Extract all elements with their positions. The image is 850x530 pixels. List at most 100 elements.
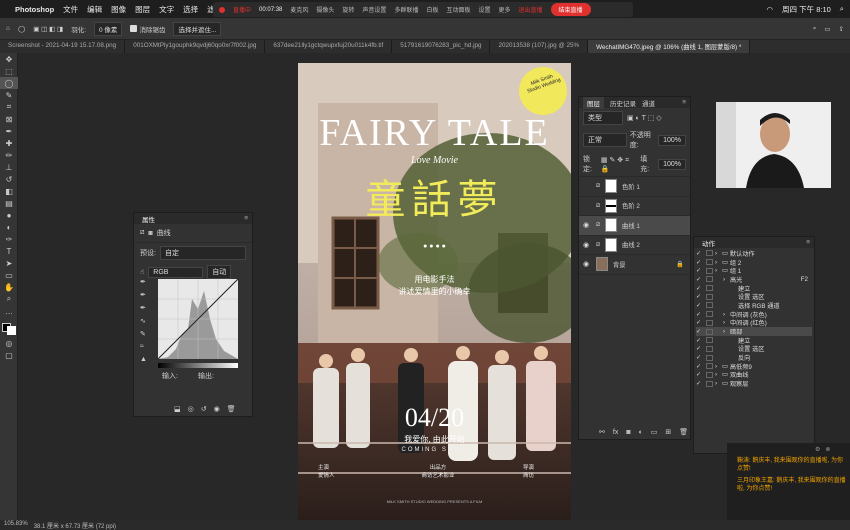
search-icon[interactable]: ⌕ [840, 4, 844, 14]
disclosure-icon[interactable]: › [723, 276, 730, 283]
share-icon[interactable]: ⇪ [839, 25, 844, 33]
zoom-level[interactable]: 105.83% [4, 521, 28, 529]
check-icon[interactable]: ✓ [696, 380, 704, 387]
mask-icon[interactable]: ◙ [148, 230, 152, 237]
multi-group-button[interactable]: 多群联播 [394, 5, 418, 14]
chat-controls[interactable]: ⚙ ⊗ [815, 446, 830, 454]
dialog-toggle[interactable] [706, 276, 713, 283]
visibility-icon[interactable]: ◉ [583, 241, 591, 249]
dialog-toggle[interactable] [706, 337, 713, 344]
sound-settings-button[interactable]: 声音设置 [362, 5, 386, 14]
visibility-icon[interactable]: ◉ [583, 221, 591, 229]
layer-row[interactable]: ◉ ⧄ 曲线 2 [579, 236, 690, 255]
check-icon[interactable]: ✓ [696, 285, 704, 292]
canvas-image[interactable]: Milk Smith Studio Wedding FAIRY TALE Lov… [298, 63, 571, 522]
menu-type[interactable]: 文字 [159, 4, 174, 15]
interactive-panel-button[interactable]: 互动面板 [446, 5, 470, 14]
dialog-toggle[interactable] [706, 302, 713, 309]
tab-history[interactable]: 历史记录 [610, 98, 636, 108]
hand-tool-icon[interactable]: ✋ [0, 281, 18, 293]
auto-button[interactable]: 自动 [207, 265, 232, 279]
fill-input[interactable]: 100% [658, 158, 687, 170]
link-icon[interactable]: ⚯ [599, 428, 605, 436]
more-tools-icon[interactable]: … [0, 305, 18, 317]
action-row[interactable]: ✓ 选择 RGB 通道 [696, 301, 812, 310]
app-menu[interactable]: Photoshop [15, 5, 54, 14]
reset-icon[interactable]: ↺ [201, 405, 207, 413]
path-select-tool-icon[interactable]: ➤ [0, 257, 18, 269]
clipping-warning-icon[interactable]: ▲ [140, 356, 152, 369]
dialog-toggle[interactable] [706, 267, 713, 274]
check-icon[interactable]: ✓ [696, 250, 704, 257]
disclosure-icon[interactable]: › [715, 267, 722, 274]
check-icon[interactable]: ✓ [696, 337, 704, 344]
marquee-tool-icon[interactable]: ⬚ [0, 65, 18, 77]
action-row[interactable]: ✓ 建立 [696, 284, 812, 293]
eyedropper-tool-icon[interactable]: ✒ [0, 125, 18, 137]
dialog-toggle[interactable] [706, 354, 713, 361]
layer-row[interactable]: ⧄ 色阶 2 [579, 197, 690, 216]
channel-select[interactable]: RGB [148, 266, 204, 278]
view-previous-icon[interactable]: ◎ [188, 405, 194, 413]
group-icon[interactable]: ▭ [651, 428, 658, 436]
new-layer-icon[interactable]: ⊞ [665, 428, 671, 436]
fx-icon[interactable]: fx [613, 429, 618, 436]
brush-tool-icon[interactable]: ✏ [0, 149, 18, 161]
check-icon[interactable]: ✓ [696, 354, 704, 361]
check-icon[interactable]: ✓ [696, 319, 704, 326]
action-row[interactable]: ✓ 建立 [696, 336, 812, 345]
actions-tab[interactable]: 动作 [698, 237, 719, 249]
history-brush-tool-icon[interactable]: ↺ [0, 173, 18, 185]
check-icon[interactable]: ✓ [696, 259, 704, 266]
check-icon[interactable]: ✓ [696, 267, 704, 274]
pencil-tool-icon[interactable]: ✎ [140, 330, 152, 343]
check-icon[interactable]: ✓ [696, 293, 704, 300]
disclosure-icon[interactable]: › [715, 250, 722, 257]
mask-thumbnail[interactable] [605, 237, 618, 252]
blend-mode-select[interactable]: 正常 [583, 133, 627, 147]
properties-tab[interactable]: 属性 [138, 213, 159, 225]
preset-select[interactable]: 自定 [159, 246, 246, 260]
menu-select[interactable]: 选择 [183, 4, 198, 15]
disclosure-icon[interactable]: › [715, 363, 722, 370]
visibility-icon[interactable]: ◉ [214, 405, 220, 413]
healing-tool-icon[interactable]: ✚ [0, 137, 18, 149]
wifi-icon[interactable]: ◠ [766, 5, 773, 14]
mask-thumbnail[interactable] [605, 218, 618, 233]
settings-button[interactable]: 设置 [478, 5, 490, 14]
action-row[interactable]: ✓ › ▭ 高低频9 [696, 362, 812, 371]
filter-icons[interactable]: ▣ ◐ T ⬚ ◇ [627, 114, 662, 122]
select-and-mask-button[interactable]: 选择并遮住... [173, 21, 222, 36]
doc-tab[interactable]: 001OXMtPly1gouphk9qvdj60qo0xr7f002.jpg [125, 40, 266, 53]
dialog-toggle[interactable] [706, 259, 713, 266]
shape-tool-icon[interactable]: ▭ [0, 269, 18, 281]
action-row[interactable]: ✓ 反向 [696, 353, 812, 362]
tab-layers[interactable]: 图层 [583, 96, 604, 109]
menu-file[interactable]: 文件 [63, 4, 78, 15]
white-eyedropper-icon[interactable]: ✒ [140, 304, 152, 317]
home-icon[interactable]: ⌂ [6, 25, 10, 32]
stamp-tool-icon[interactable]: ⊥ [0, 161, 18, 173]
panel-menu-icon[interactable]: ≡ [682, 99, 686, 106]
mic-button[interactable]: 麦克风 [290, 5, 308, 14]
quick-mask-icon[interactable]: ◎ [0, 337, 18, 349]
opacity-input[interactable]: 100% [658, 134, 686, 146]
black-eyedropper-icon[interactable]: ✒ [140, 278, 152, 291]
end-live-button[interactable]: 结束直播 [550, 3, 591, 16]
mask-thumbnail[interactable] [605, 198, 618, 213]
lasso-tool-icon[interactable]: ◯ [18, 25, 25, 33]
gray-eyedropper-icon[interactable]: ✒ [140, 291, 152, 304]
action-row[interactable]: ✓ › ▭ 观察层 [696, 379, 812, 388]
eraser-tool-icon[interactable]: ◧ [0, 185, 18, 197]
check-icon[interactable]: ✓ [696, 345, 704, 352]
target-adjust-icon[interactable]: ☝ [140, 268, 144, 276]
delete-icon[interactable]: 🗑 [227, 405, 236, 413]
mask-thumbnail[interactable] [605, 179, 618, 194]
dialog-toggle[interactable] [706, 345, 713, 352]
doc-tab-active[interactable]: WechatIMG470.jpeg @ 106% (曲线 1, 图层蒙版/8) … [588, 40, 751, 53]
lock-icons[interactable]: ▦ ✎ ✥ ⌗ 🔒 [601, 156, 637, 173]
doc-tab[interactable]: 517916190762​83_pic_hd.jpg [392, 40, 491, 53]
check-icon[interactable]: ✓ [696, 363, 704, 370]
action-row-selected[interactable]: ✓ › 暗部 [696, 327, 812, 336]
smooth-icon[interactable]: ≈ [140, 343, 152, 356]
